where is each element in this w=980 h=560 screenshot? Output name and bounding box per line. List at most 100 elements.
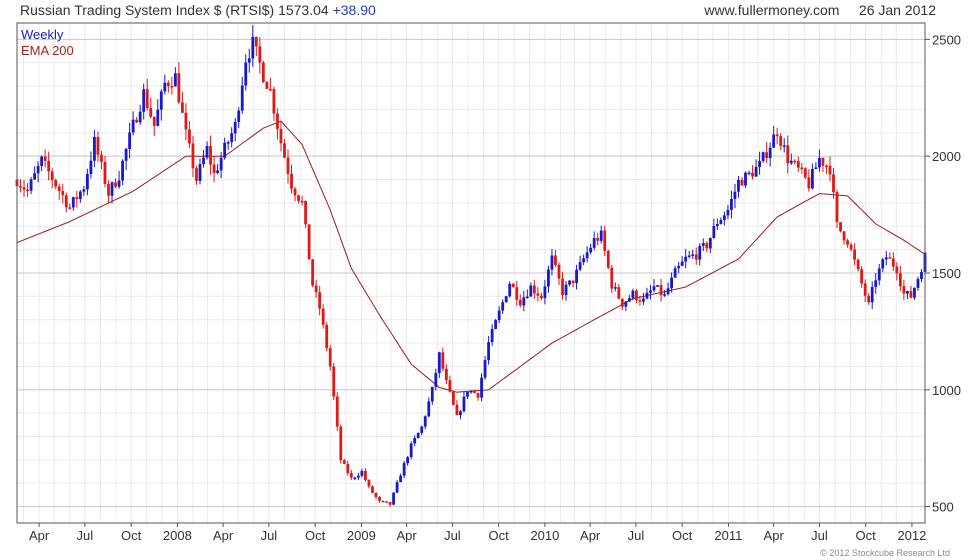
candle-body <box>617 287 621 299</box>
candle-body <box>131 119 135 133</box>
candle-body <box>462 396 466 412</box>
candle-body <box>708 237 712 249</box>
candle-body <box>293 188 297 196</box>
candle-body <box>789 160 793 164</box>
candle-body <box>786 145 790 164</box>
candle-body <box>177 73 181 103</box>
candle-body <box>290 173 293 189</box>
candle-body <box>205 145 209 158</box>
candle-body <box>902 286 906 294</box>
candle-body <box>279 128 283 144</box>
candle-body <box>188 129 191 144</box>
candle-body <box>575 269 578 284</box>
x-tick-label: Oct <box>672 528 693 543</box>
candle-body <box>635 290 638 301</box>
candle-body <box>64 195 68 208</box>
candle-body <box>476 393 480 398</box>
candle-body <box>906 291 909 294</box>
candle-body <box>803 168 807 178</box>
candle-body <box>701 243 705 246</box>
candle-body <box>423 416 427 427</box>
candle-body <box>561 278 564 296</box>
candle-body <box>818 157 821 168</box>
candle-body <box>378 496 381 501</box>
candle-body <box>332 366 336 397</box>
candle-body <box>596 237 600 241</box>
candle-body <box>163 82 167 92</box>
x-tick-label: Oct <box>305 528 326 543</box>
candle-body <box>254 36 258 47</box>
candle-body <box>898 273 902 287</box>
candle-body <box>775 134 779 137</box>
candle-body <box>810 168 814 189</box>
candle-body <box>258 46 262 63</box>
candle-body <box>670 277 674 289</box>
candle-body <box>89 160 93 175</box>
candle-body <box>867 295 871 303</box>
candle-body <box>606 250 610 268</box>
candle-body <box>758 161 761 167</box>
candle-body <box>673 268 677 278</box>
candle-body <box>121 160 124 181</box>
candle-body <box>508 283 512 297</box>
x-tick-label: Apr <box>764 528 785 543</box>
candle-body <box>642 298 645 302</box>
candle-body <box>772 134 776 148</box>
candle-body <box>96 136 100 155</box>
candle-body <box>849 244 853 250</box>
candle-body <box>529 285 533 297</box>
candle-body <box>691 254 695 256</box>
candle-body <box>226 142 230 144</box>
candle-body <box>170 85 174 88</box>
candle-body <box>782 145 786 147</box>
candle-body <box>740 179 744 186</box>
candle-body <box>828 165 832 175</box>
candle-body <box>656 285 659 287</box>
candle-body <box>26 189 29 192</box>
legend-ema: EMA 200 <box>21 43 74 58</box>
candle-body <box>135 119 139 123</box>
y-tick-label: 1500 <box>932 266 961 281</box>
candle-body <box>367 480 371 487</box>
candle-body <box>652 286 656 291</box>
candle-body <box>93 136 96 161</box>
candle-body <box>416 432 420 439</box>
candle-body <box>522 297 526 306</box>
y-tick-label: 2500 <box>932 32 961 47</box>
candle-body <box>557 264 561 279</box>
candle-body <box>356 475 360 478</box>
candle-body <box>532 285 536 294</box>
candle-body <box>888 257 892 259</box>
candle-body <box>582 258 586 263</box>
candle-body <box>631 290 635 299</box>
candle-body <box>909 291 913 298</box>
candle-body <box>733 191 737 200</box>
candle-body <box>761 152 765 162</box>
candle-body <box>40 156 44 166</box>
candle-body <box>768 147 772 159</box>
candle-body <box>814 167 818 169</box>
x-tick-label: Jul <box>811 528 828 543</box>
x-tick-label: Apr <box>580 528 601 543</box>
candle-body <box>564 284 568 296</box>
candle-body <box>117 180 121 187</box>
candle-body <box>483 360 487 378</box>
candle-body <box>501 302 505 311</box>
candle-body <box>680 261 684 266</box>
candle-body <box>240 85 244 111</box>
candle-body <box>50 171 54 181</box>
candle-body <box>620 298 624 307</box>
candle-body <box>469 390 473 393</box>
candle-body <box>371 486 374 493</box>
candle-body <box>846 240 849 245</box>
candle-body <box>406 457 410 464</box>
candle-body <box>554 255 557 265</box>
candle-body <box>684 256 688 262</box>
candle-body <box>374 492 378 497</box>
candle-body <box>881 259 885 269</box>
candle-body <box>268 88 272 91</box>
candle-body <box>114 182 117 187</box>
candle-body <box>891 258 895 267</box>
candle-body <box>71 197 75 208</box>
candle-body <box>726 209 730 216</box>
